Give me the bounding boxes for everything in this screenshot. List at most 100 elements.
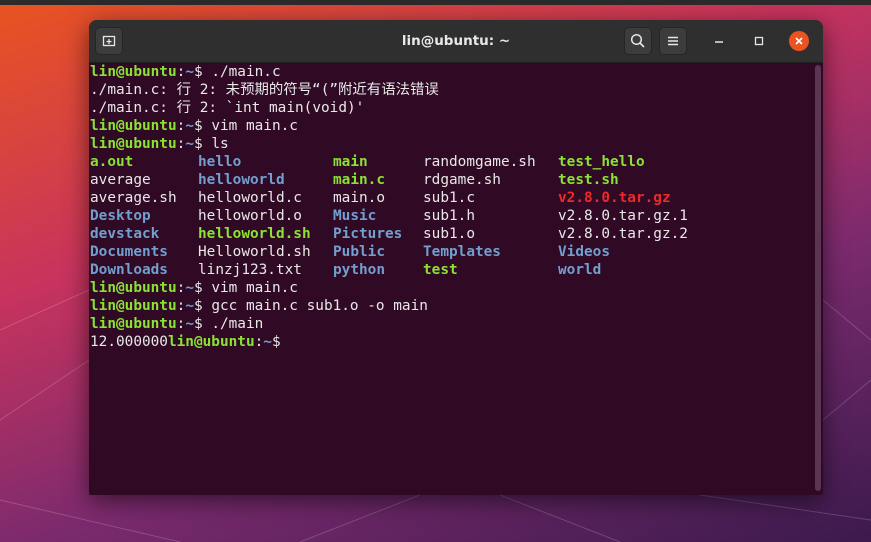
file-entry: Helloworld.sh bbox=[198, 244, 311, 260]
ls-output: a.out hello main randomgame.sh test_hello ave… bbox=[90, 153, 813, 279]
prompt-symbol: $ bbox=[193, 316, 212, 332]
prompt-colon: : bbox=[176, 316, 186, 332]
prompt-symbol: $ bbox=[193, 118, 212, 134]
prompt-user: lin@ubuntu bbox=[90, 136, 177, 152]
file-entry: Documents bbox=[90, 244, 168, 260]
command-text: ls bbox=[211, 136, 229, 152]
ls-row: average helloworld main.c rdgame.sh test.sh bbox=[90, 171, 813, 189]
prompt-colon: : bbox=[176, 280, 186, 296]
command-text: ./main bbox=[211, 316, 264, 332]
file-entry: test_hello bbox=[558, 154, 645, 170]
prompt-user: lin@ubuntu bbox=[90, 298, 177, 314]
file-entry: main.o bbox=[333, 190, 385, 206]
file-entry: Pictures bbox=[333, 226, 403, 242]
prompt-user: lin@ubuntu bbox=[90, 280, 177, 296]
ls-row: average.sh helloworld.c main.o sub1.c v2.8.0… bbox=[90, 189, 813, 207]
file-entry: v2.8.0.tar.gz.1 bbox=[558, 208, 688, 224]
ls-row: Downloads linzj123.txt python test world bbox=[90, 261, 813, 279]
prompt-path: ~ bbox=[185, 118, 194, 134]
file-entry: randomgame.sh bbox=[423, 154, 536, 170]
prompt-user: lin@ubuntu bbox=[90, 316, 177, 332]
file-entry: Music bbox=[333, 208, 377, 224]
search-icon bbox=[630, 33, 645, 48]
prompt-line: lin@ubuntu:~$ ./main.c bbox=[90, 63, 813, 81]
file-entry: average bbox=[90, 172, 151, 188]
ls-row: devstack helloworld.sh Pictures sub1.o v2.8.… bbox=[90, 225, 813, 243]
prompt-colon: : bbox=[176, 64, 186, 80]
menu-button[interactable] bbox=[659, 27, 687, 55]
prompt-colon: : bbox=[176, 136, 186, 152]
program-output: 12.000000 bbox=[90, 334, 168, 350]
close-icon bbox=[795, 37, 803, 45]
file-entry: sub1.o bbox=[423, 226, 475, 242]
error-line: ./main.c: 行 2: `int main(void)' bbox=[90, 100, 365, 116]
file-entry: devstack bbox=[90, 226, 160, 242]
file-entry: test.sh bbox=[558, 172, 619, 188]
command-text: gcc main.c sub1.o -o main bbox=[211, 298, 428, 314]
prompt-line: lin@ubuntu:~$ vim main.c bbox=[90, 117, 813, 135]
ls-row: Desktop helloworld.o Music sub1.h v2.8.0.tar… bbox=[90, 207, 813, 225]
ls-row: Documents Helloworld.sh Public Templates Vid… bbox=[90, 243, 813, 261]
prompt-user: lin@ubuntu bbox=[90, 118, 177, 134]
prompt-line[interactable]: 12.000000lin@ubuntu:~$ bbox=[90, 333, 813, 351]
file-entry: main bbox=[333, 154, 368, 170]
minimize-button[interactable] bbox=[709, 31, 729, 51]
command-text: ./main.c bbox=[211, 64, 281, 80]
file-entry: Videos bbox=[558, 244, 610, 260]
prompt-path: ~ bbox=[185, 136, 194, 152]
text-cursor bbox=[289, 333, 298, 349]
prompt-path: ~ bbox=[263, 334, 272, 350]
terminal-output[interactable]: lin@ubuntu:~$ ./main.c ./main.c: 行 2: 未预期… bbox=[89, 63, 813, 495]
prompt-symbol: $ bbox=[271, 334, 290, 350]
prompt-colon: : bbox=[176, 298, 186, 314]
terminal-window: lin@ubuntu: ~ lin@ubuntu:~$ ./main.c ./m… bbox=[89, 20, 823, 495]
file-entry: main.c bbox=[333, 172, 385, 188]
new-tab-icon bbox=[102, 35, 116, 47]
prompt-symbol: $ bbox=[193, 280, 212, 296]
file-entry: world bbox=[558, 262, 602, 278]
file-entry: a.out bbox=[90, 154, 134, 170]
file-entry: helloworld.c bbox=[198, 190, 302, 206]
prompt-symbol: $ bbox=[193, 298, 212, 314]
prompt-user: lin@ubuntu bbox=[167, 334, 255, 350]
hamburger-menu-icon bbox=[668, 36, 678, 46]
prompt-colon: : bbox=[254, 334, 264, 350]
file-entry: rdgame.sh bbox=[423, 172, 501, 188]
prompt-user: lin@ubuntu bbox=[90, 64, 177, 80]
command-text: vim main.c bbox=[211, 118, 298, 134]
new-tab-button[interactable] bbox=[95, 27, 123, 55]
command-text: vim main.c bbox=[211, 280, 298, 296]
close-button[interactable] bbox=[789, 31, 809, 51]
file-entry: v2.8.0.tar.gz bbox=[558, 190, 671, 206]
scrollbar[interactable] bbox=[815, 65, 821, 491]
file-entry: average.sh bbox=[90, 190, 177, 206]
file-entry: linzj123.txt bbox=[198, 262, 302, 278]
file-entry: Downloads bbox=[90, 262, 168, 278]
file-entry: helloworld.sh bbox=[198, 226, 311, 242]
error-line: ./main.c: 行 2: 未预期的符号“(”附近有语法错误 bbox=[90, 82, 439, 98]
maximize-icon bbox=[754, 36, 764, 46]
maximize-button[interactable] bbox=[749, 31, 769, 51]
prompt-line: lin@ubuntu:~$ gcc main.c sub1.o -o main bbox=[90, 297, 813, 315]
prompt-line: lin@ubuntu:~$ ls bbox=[90, 135, 813, 153]
file-entry: helloworld bbox=[198, 172, 285, 188]
prompt-symbol: $ bbox=[193, 136, 212, 152]
file-entry: Templates bbox=[423, 244, 501, 260]
prompt-path: ~ bbox=[185, 64, 194, 80]
prompt-path: ~ bbox=[185, 298, 194, 314]
prompt-symbol: $ bbox=[193, 64, 212, 80]
file-entry: helloworld.o bbox=[198, 208, 302, 224]
minimize-icon bbox=[715, 41, 723, 43]
prompt-path: ~ bbox=[185, 316, 194, 332]
file-entry: Public bbox=[333, 244, 385, 260]
file-entry: python bbox=[333, 262, 385, 278]
title-bar[interactable]: lin@ubuntu: ~ bbox=[89, 20, 823, 63]
search-button[interactable] bbox=[624, 27, 652, 55]
file-entry: v2.8.0.tar.gz.2 bbox=[558, 226, 688, 242]
prompt-line: lin@ubuntu:~$ vim main.c bbox=[90, 279, 813, 297]
prompt-line: lin@ubuntu:~$ ./main bbox=[90, 315, 813, 333]
file-entry: sub1.c bbox=[423, 190, 475, 206]
file-entry: sub1.h bbox=[423, 208, 475, 224]
file-entry: Desktop bbox=[90, 208, 151, 224]
prompt-colon: : bbox=[176, 118, 186, 134]
